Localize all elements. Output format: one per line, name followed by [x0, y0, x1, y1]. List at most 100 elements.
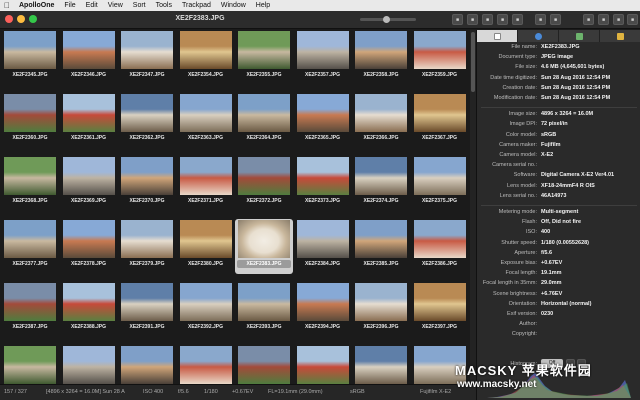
thumbnail-cell[interactable]: XE2F2345.JPG	[1, 30, 59, 85]
thumbnail-image[interactable]	[355, 157, 407, 195]
thumbnail-cell[interactable]: XE2F2366.JPG	[352, 93, 410, 148]
thumbnail-cell[interactable]: XE2F2385.JPG	[352, 219, 410, 274]
thumbnail-image[interactable]	[413, 220, 466, 258]
thumbnail-cell[interactable]: XE2F2383.JPG	[235, 219, 293, 274]
thumbnail-image[interactable]	[413, 31, 466, 69]
thumbnail-image[interactable]	[62, 220, 115, 258]
thumbnail-image[interactable]	[179, 31, 232, 69]
metadata-value[interactable]: 0230	[541, 311, 639, 317]
minimize-window-button[interactable]	[17, 15, 25, 23]
thumbnail-image[interactable]	[296, 220, 349, 258]
slideshow-button[interactable]: ■	[598, 14, 609, 25]
thumbnail-view-button[interactable]: ■	[452, 14, 463, 25]
scrollbar-thumb[interactable]	[471, 32, 475, 92]
share-button[interactable]: ■	[583, 14, 594, 25]
thumbnail-cell[interactable]: XE2F2371.JPG	[177, 156, 235, 211]
thumbnail-cell[interactable]: XE2F2393.JPG	[235, 282, 293, 337]
thumbnail-cell[interactable]: XE2F2394.JPG	[294, 282, 352, 337]
metadata-value[interactable]: 46A14973	[541, 193, 639, 199]
thumbnail-image[interactable]	[355, 31, 407, 69]
thumbnail-cell[interactable]: XE2F2346.JPG	[60, 30, 118, 85]
metadata-value[interactable]: sRGB	[541, 132, 639, 138]
close-window-button[interactable]	[5, 15, 13, 23]
list-button[interactable]: ■	[535, 14, 546, 25]
metadata-value[interactable]: 72 pixel/in	[541, 121, 639, 127]
thumbnail-image[interactable]	[121, 283, 173, 321]
thumbnail-image[interactable]	[4, 31, 56, 69]
thumbnail-image[interactable]	[4, 346, 56, 384]
apple-icon[interactable]: 	[0, 1, 14, 10]
thumbnail-image[interactable]	[121, 94, 173, 132]
thumbnail-image[interactable]	[179, 283, 232, 321]
adjust-button[interactable]: ■	[627, 14, 638, 25]
metadata-value[interactable]: Multi-segment	[541, 209, 639, 215]
metadata-value[interactable]: Digital Camera X-E2 Ver4.01	[541, 172, 639, 178]
thumbnail-image[interactable]	[355, 283, 407, 321]
thumbnail-image[interactable]	[238, 157, 290, 195]
thumbnail-image[interactable]	[355, 220, 407, 258]
metadata-value[interactable]: 400	[541, 229, 639, 235]
thumbnail-image[interactable]	[296, 94, 349, 132]
menu-file[interactable]: File	[59, 2, 80, 9]
thumbnail-image[interactable]	[62, 346, 115, 384]
thumbnail-image[interactable]	[413, 94, 466, 132]
tab-notes[interactable]	[600, 30, 640, 42]
thumbnail-image[interactable]	[121, 31, 173, 69]
metadata-value[interactable]: 29.0mm	[541, 280, 639, 286]
thumbnail-image[interactable]	[121, 346, 173, 384]
metadata-value[interactable]: Sun 28 Aug 2016 12:54 PM	[541, 75, 639, 81]
thumbnail-cell[interactable]: XE2F2379.JPG	[118, 219, 176, 274]
metadata-value[interactable]: X-E2	[541, 152, 639, 158]
thumbnail-cell[interactable]: XE2F2373.JPG	[294, 156, 352, 211]
menu-window[interactable]: Window	[216, 2, 251, 9]
thumbnail-image[interactable]	[238, 346, 290, 384]
thumbnail-cell[interactable]: XE2F2372.JPG	[235, 156, 293, 211]
menu-edit[interactable]: Edit	[81, 2, 103, 9]
thumbnail-image[interactable]	[296, 157, 349, 195]
thumbnail-cell[interactable]: XE2F2387.JPG	[1, 282, 59, 337]
thumbnail-image[interactable]	[296, 283, 349, 321]
slider-knob[interactable]	[383, 16, 390, 23]
thumbnail-cell[interactable]: XE2F2347.JPG	[118, 30, 176, 85]
menu-trackpad[interactable]: Trackpad	[177, 2, 216, 9]
menu-app[interactable]: ApolloOne	[14, 2, 59, 9]
thumbnail-image[interactable]	[355, 94, 407, 132]
thumbnail-image[interactable]	[4, 283, 56, 321]
thumbnail-cell[interactable]: XE2F2397.JPG	[411, 282, 469, 337]
metadata-value[interactable]: Sun 28 Aug 2016 12:54 PM	[541, 95, 639, 101]
info-button[interactable]: ■	[497, 14, 508, 25]
menu-help[interactable]: Help	[251, 2, 275, 9]
thumbnail-cell[interactable]: XE2F2396.JPG	[352, 282, 410, 337]
thumbnail-cell[interactable]: XE2F2359.JPG	[411, 30, 469, 85]
thumbnail-image[interactable]	[121, 220, 173, 258]
thumbnail-image[interactable]	[4, 220, 56, 258]
thumbnail-cell[interactable]: XE2F2355.JPG	[235, 30, 293, 85]
metadata-value[interactable]: Fujifilm	[541, 142, 639, 148]
thumbnail-cell[interactable]: XE2F2363.JPG	[177, 93, 235, 148]
thumbnail-size-slider[interactable]	[360, 16, 416, 23]
metadata-value[interactable]: 4896 x 3264 = 16.0M	[541, 111, 639, 117]
metadata-value[interactable]: f/5.6	[541, 250, 639, 256]
metadata-value[interactable]: JPEG image	[541, 54, 639, 60]
thumbnail-cell[interactable]: XE2F2370.JPG	[118, 156, 176, 211]
thumbnail-cell[interactable]: XE2F2354.JPG	[177, 30, 235, 85]
flag-button[interactable]: ■	[482, 14, 493, 25]
thumbnail-image[interactable]	[296, 346, 349, 384]
metadata-value[interactable]: Sun 28 Aug 2016 12:54 PM	[541, 85, 639, 91]
menu-sort[interactable]: Sort	[128, 2, 151, 9]
thumbnail-cell[interactable]: XE2F2374.JPG	[352, 156, 410, 211]
thumbnail-image[interactable]	[238, 31, 290, 69]
thumbnail-image[interactable]	[179, 346, 232, 384]
thumbnail-image[interactable]	[355, 346, 407, 384]
thumbnail-cell[interactable]: XE2F2378.JPG	[60, 219, 118, 274]
thumbnail-cell[interactable]: XE2F2358.JPG	[352, 30, 410, 85]
thumbnail-cell[interactable]: XE2F2368.JPG	[1, 156, 59, 211]
stack-button[interactable]: ■	[467, 14, 478, 25]
metadata-value[interactable]: +6.76EV	[541, 291, 639, 297]
metadata-value[interactable]: Horizontal (normal)	[541, 301, 639, 307]
fullscreen-button[interactable]: ■	[613, 14, 624, 25]
metadata-value[interactable]: 19.1mm	[541, 270, 639, 276]
thumbnail-cell[interactable]: XE2F2391.JPG	[118, 282, 176, 337]
metadata-value[interactable]: +0.67EV	[541, 260, 639, 266]
tab-file-info[interactable]	[477, 30, 518, 42]
